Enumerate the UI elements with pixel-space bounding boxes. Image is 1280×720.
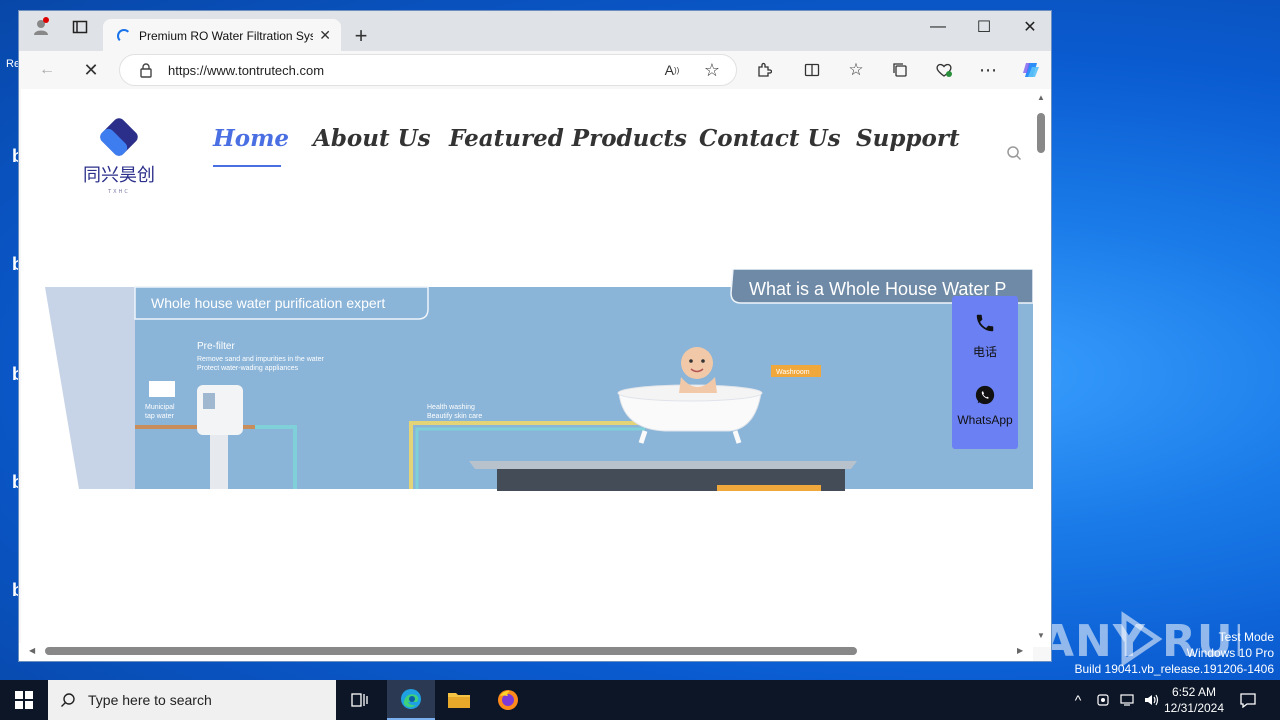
copilot-icon[interactable] xyxy=(1017,57,1045,83)
notifications-button[interactable] xyxy=(1234,680,1262,720)
address-bar[interactable]: https://www.tontrutech.com A)) ☆ xyxy=(119,54,737,86)
nav-active-underline xyxy=(213,165,281,167)
nav-contact-us[interactable]: Contact Us xyxy=(699,125,841,152)
search-icon xyxy=(61,693,75,707)
collections-icon[interactable] xyxy=(886,57,914,83)
title-bar: Premium RO Water Filtration System ✕ + —… xyxy=(19,11,1051,52)
whatsapp-label: WhatsApp xyxy=(957,413,1013,427)
logo-text: 同兴昊创 xyxy=(83,165,155,186)
taskbar-edge[interactable] xyxy=(387,680,435,720)
watermark-line: Test Mode xyxy=(1218,630,1274,644)
tray-overflow-icon[interactable]: ^ xyxy=(1068,680,1088,720)
close-button[interactable]: ✕ xyxy=(1007,11,1051,43)
volume-icon[interactable] xyxy=(1140,680,1162,720)
network-icon[interactable] xyxy=(1116,680,1138,720)
windows-watermark: Test Mode Windows 10 Pro Build 19041.vb_… xyxy=(1075,629,1275,677)
nav-support[interactable]: Support xyxy=(856,125,960,152)
prefilter-line: Protect water-wading appliances xyxy=(197,365,299,372)
municipal-label: Municipal xyxy=(145,404,175,411)
watermark-line: Build 19041.vb_release.191206-1406 xyxy=(1074,662,1275,676)
phone-contact[interactable]: 电话 xyxy=(952,312,1018,360)
taskbar-file-explorer[interactable] xyxy=(435,680,483,720)
health-line: Beautify skin care xyxy=(427,413,482,420)
floating-contact-panel: 电话 WhatsApp xyxy=(952,296,1018,449)
clock-date: 12/31/2024 xyxy=(1163,701,1225,715)
start-button[interactable] xyxy=(0,680,48,720)
tab-actions-button[interactable] xyxy=(63,11,97,43)
tray-app-icon[interactable] xyxy=(1092,680,1114,720)
favorite-star-icon[interactable]: ☆ xyxy=(698,57,726,83)
browser-tab[interactable]: Premium RO Water Filtration System ✕ xyxy=(103,19,341,52)
split-screen-icon[interactable] xyxy=(798,57,826,83)
horizontal-scroll-thumb[interactable] xyxy=(45,647,857,655)
system-clock[interactable]: 6:52 AM 12/31/2024 xyxy=(1162,684,1226,716)
vertical-scrollbar[interactable]: ▲ ▼ xyxy=(1033,89,1051,647)
lock-icon xyxy=(140,63,152,78)
tab-title: Premium RO Water Filtration System xyxy=(139,28,313,43)
task-view-icon xyxy=(351,693,368,707)
profile-button[interactable] xyxy=(23,11,59,43)
watermark-line: Windows 10 Pro xyxy=(1186,646,1274,660)
nav-about-us[interactable]: About Us xyxy=(313,125,431,152)
taskbar-firefox[interactable] xyxy=(484,680,532,720)
browser-toolbar: ← ✕ https://www.tontrutech.com A)) ☆ ☆ ⋯ xyxy=(19,51,1051,89)
scroll-down-icon[interactable]: ▼ xyxy=(1037,631,1045,640)
read-aloud-icon[interactable]: A)) xyxy=(658,57,686,83)
firefox-icon xyxy=(498,690,518,710)
browser-essentials-icon[interactable] xyxy=(930,57,958,83)
tab-actions-icon xyxy=(72,20,88,34)
loading-spinner-icon xyxy=(117,28,131,43)
phone-icon xyxy=(976,314,994,332)
site-logo[interactable]: 同兴昊创 TXHC xyxy=(79,113,159,197)
banner-tag-left: Whole house water purification expert xyxy=(151,295,385,311)
search-placeholder: Type here to search xyxy=(88,692,212,708)
profile-icon xyxy=(34,17,49,35)
health-line: Health washing xyxy=(427,404,475,411)
hero-banner[interactable]: Whole house water purification expert Wh… xyxy=(45,269,1033,491)
extensions-icon[interactable] xyxy=(750,57,778,83)
prefilter-line: Remove sand and impurities in the water xyxy=(197,356,325,363)
tab-close-icon[interactable]: ✕ xyxy=(319,27,331,44)
notification-icon xyxy=(1240,693,1256,708)
whatsapp-icon xyxy=(975,385,995,405)
scroll-up-icon[interactable]: ▲ xyxy=(1037,93,1045,102)
browser-window: Premium RO Water Filtration System ✕ + —… xyxy=(18,10,1052,662)
scroll-right-icon[interactable]: ▶ xyxy=(1017,646,1023,655)
whatsapp-contact[interactable]: WhatsApp xyxy=(952,384,1018,427)
edge-icon xyxy=(401,689,421,709)
favorites-icon[interactable]: ☆ xyxy=(842,57,870,83)
task-view-button[interactable] xyxy=(336,680,384,720)
nav-home[interactable]: Home xyxy=(213,125,289,152)
back-icon[interactable]: ← xyxy=(33,57,61,83)
more-options-icon[interactable]: ⋯ xyxy=(974,57,1002,83)
washroom-label: Washroom xyxy=(776,369,810,376)
stop-loading-icon[interactable]: ✕ xyxy=(77,57,105,83)
search-icon[interactable] xyxy=(1006,145,1022,161)
scroll-left-icon[interactable]: ◀ xyxy=(29,646,35,655)
tap-water-label: tap water xyxy=(145,413,174,420)
maximize-button[interactable]: ☐ xyxy=(961,11,1007,43)
url-text: https://www.tontrutech.com xyxy=(168,63,325,78)
windows-logo-icon xyxy=(15,691,33,709)
taskbar-search[interactable]: Type here to search xyxy=(48,680,336,720)
phone-label: 电话 xyxy=(972,345,997,359)
clock-time: 6:52 AM xyxy=(1171,685,1217,699)
nav-featured-products[interactable]: Featured Products xyxy=(449,125,687,152)
logo-subtext: TXHC xyxy=(107,189,130,195)
minimize-button[interactable]: — xyxy=(915,11,961,43)
vertical-scroll-thumb[interactable] xyxy=(1037,113,1045,153)
taskbar: Type here to search ^ 6:52 AM 12/31/2024 xyxy=(0,680,1280,720)
prefilter-title: Pre-filter xyxy=(197,341,235,352)
folder-icon xyxy=(448,693,470,708)
web-page: 同兴昊创 TXHC Home About Us Featured Product… xyxy=(21,89,1035,647)
new-tab-button[interactable]: + xyxy=(347,23,375,49)
